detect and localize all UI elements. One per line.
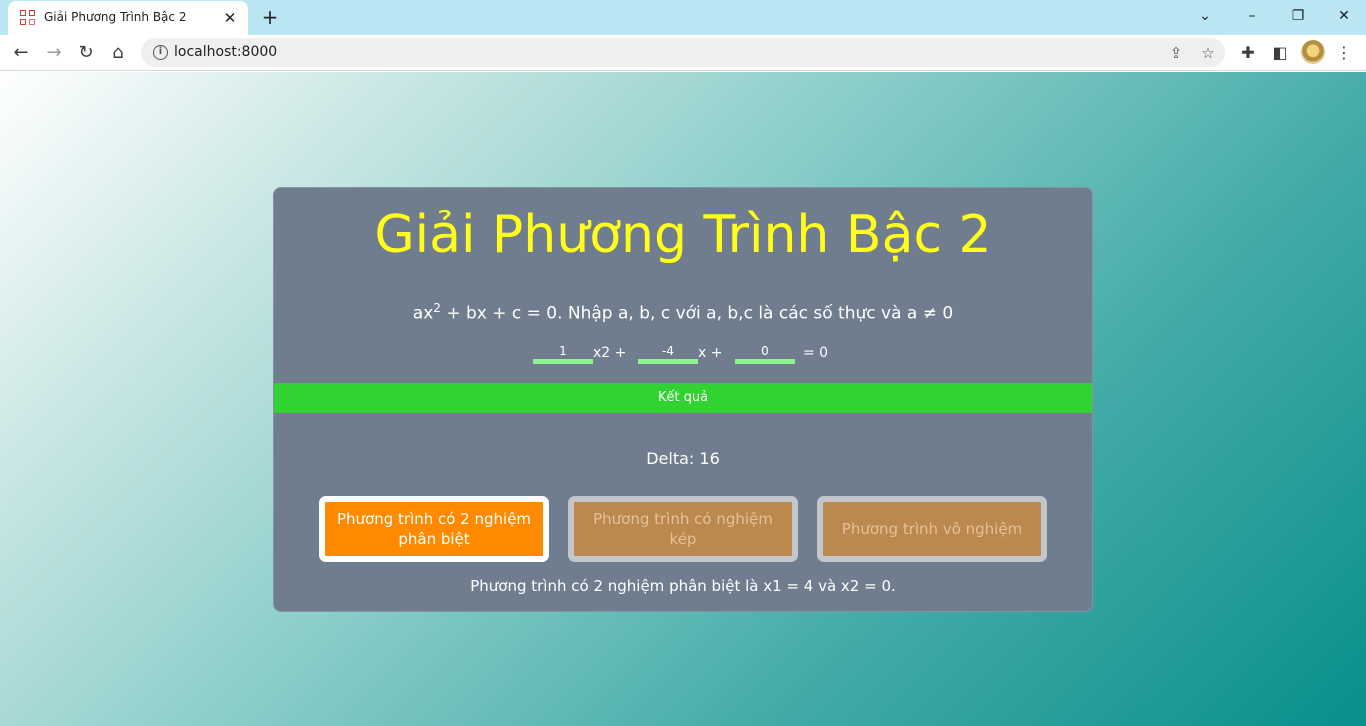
coefficient-c-input[interactable] — [735, 343, 795, 364]
home-icon[interactable]: ⌂ — [104, 39, 132, 67]
equals-zero-label: = 0 — [803, 345, 829, 361]
extensions-icon[interactable]: ✚ — [1236, 41, 1260, 65]
delta-value: Delta: 16 — [646, 449, 720, 468]
tab-strip: Giải Phương Trình Bậc 2 ✕ + ⌄ – ❐ ✕ — [0, 0, 1366, 35]
forward-icon[interactable]: → — [40, 39, 68, 67]
coefficient-a-input[interactable] — [533, 343, 593, 364]
star-icon[interactable]: ☆ — [1197, 42, 1219, 64]
option-double-root[interactable]: Phương trình có nghiệm kép — [568, 496, 798, 562]
x2-label: x2 + — [593, 345, 627, 361]
result-button[interactable]: Kết quả — [274, 383, 1092, 413]
option-no-root[interactable]: Phương trình vô nghiệm — [817, 496, 1047, 562]
instruction-text: ax2 + bx + c = 0. Nhập a, b, c với a, b,… — [412, 301, 954, 324]
share-icon[interactable]: ⇪ — [1165, 42, 1187, 64]
option-two-roots[interactable]: Phương trình có 2 nghiệm phân biệt — [319, 496, 549, 562]
close-icon[interactable]: ✕ — [220, 8, 240, 28]
address-bar[interactable]: i localhost:8000 ⇪ ☆ — [141, 38, 1225, 67]
conclusion-text: Phương trình có 2 nghiệm phân biệt là x1… — [470, 577, 896, 595]
chevron-down-icon[interactable]: ⌄ — [1190, 3, 1220, 29]
info-icon[interactable]: i — [153, 45, 168, 60]
restore-icon[interactable]: ❐ — [1283, 3, 1313, 29]
plus-icon[interactable]: + — [258, 5, 282, 29]
tab-title: Giải Phương Trình Bậc 2 — [44, 10, 187, 24]
menu-icon[interactable]: ⋮ — [1332, 41, 1356, 65]
page-viewport: Giải Phương Trình Bậc 2 ax2 + bx + c = 0… — [0, 72, 1366, 726]
side-panel-icon[interactable]: ◧ — [1268, 41, 1292, 65]
page-title: Giải Phương Trình Bậc 2 — [374, 205, 992, 265]
window-close-icon[interactable]: ✕ — [1329, 3, 1359, 29]
equation-row: x2 + x + = 0 — [274, 343, 1092, 367]
minimize-icon[interactable]: – — [1237, 3, 1267, 29]
qr-favicon-icon — [20, 10, 36, 26]
reload-icon[interactable]: ↻ — [72, 39, 100, 67]
url-text: localhost:8000 — [174, 44, 278, 60]
solver-card: Giải Phương Trình Bậc 2 ax2 + bx + c = 0… — [273, 187, 1093, 612]
back-icon[interactable]: ← — [7, 39, 35, 67]
x-label: x + — [698, 345, 723, 361]
coefficient-b-input[interactable] — [638, 343, 698, 364]
browser-tab[interactable]: Giải Phương Trình Bậc 2 ✕ — [8, 1, 248, 35]
avatar[interactable] — [1301, 40, 1325, 64]
browser-toolbar: ← → ↻ ⌂ i localhost:8000 ⇪ ☆ ✚ ◧ ⋮ — [0, 35, 1366, 71]
